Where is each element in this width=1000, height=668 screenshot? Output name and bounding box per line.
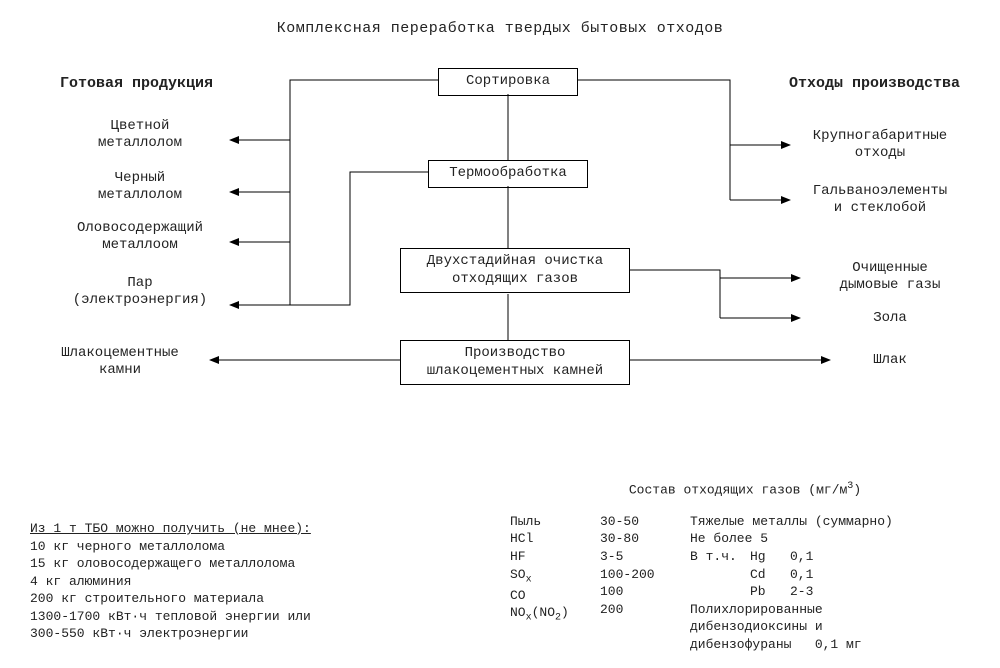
text: 0,1 мг [815,637,862,652]
process-box-cleaning-line2: отходящих газов [452,271,578,287]
process-box-cleaning-line1: Двухстадийная очистка [427,253,603,269]
heavy-metals-col: Тяжелые металлы (суммарно) Не более 5 В … [690,513,980,653]
gas-values-col: 30-50 30-80 3-5 100-200 100 200 [600,513,690,653]
left-item-steam: Пар (электроэнергия) [50,275,230,309]
hm-element: Cd [750,566,790,584]
gas-name: HCl [510,530,600,548]
right-item-ash: Зола [800,310,980,327]
process-box-sort: Сортировка [438,68,578,96]
left-column-header: Готовая продукция [60,75,213,92]
process-box-cleaning: Двухстадийная очистка отходящих газов [400,248,630,293]
yield-header: Из 1 т ТБО можно получить (не мнее): [30,521,311,536]
gas-value: 200 [600,601,690,619]
yield-line: 10 кг черного металлолома [30,539,225,554]
left-item-tin: Оловосодержащий металлоом [50,220,230,254]
gas-name: CO [510,587,600,605]
page: Комплексная переработка твердых бытовых … [0,0,1000,668]
yield-line: 4 кг алюминия [30,574,131,589]
diagram-title: Комплексная переработка твердых бытовых … [0,20,1000,37]
hm-value: 0,1 [790,548,813,566]
left-item-ferrous: Черный металлолом [50,170,230,204]
hm-label: Тяжелые металлы (суммарно) [690,513,980,531]
pcdd-line: дибензофураны 0,1 мг [690,636,980,654]
gas-names-col: Пыль HCl HF SOx CO NOx(NO2) [510,513,600,653]
text: Пар [127,275,152,291]
process-box-thermo: Термообработка [428,160,588,188]
gas-name: HF [510,548,600,566]
gas-value: 3-5 [600,548,690,566]
gas-value: 100-200 [600,566,690,584]
gas-title: Состав отходящих газов (мг/м3) [510,480,980,499]
right-item-slag: Шлак [800,352,980,369]
text: Состав отходящих газов (мг/м [629,482,847,497]
text: металлолом [98,135,182,151]
text: Крупногабаритные [813,128,947,144]
text: Шлакоцементные [61,345,179,361]
gas-name: Пыль [510,513,600,531]
right-item-clean-gas: Очищенные дымовые газы [800,260,980,294]
yield-line: 200 кг строительного материала [30,591,264,606]
yield-line: 300-550 кВт·ч электроэнергии [30,626,248,641]
text: Оловосодержащий [77,220,203,236]
right-item-galv: Гальваноэлементы и стеклобой [790,183,970,217]
gas-block: Состав отходящих газов (мг/м3) Пыль HCl … [510,480,980,653]
hm-limit: Не более 5 [690,530,980,548]
yield-line: 1300-1700 кВт·ч тепловой энергии или [30,609,311,624]
text: Черный [115,170,165,186]
yield-block: Из 1 т ТБО можно получить (не мнее): 10 … [30,520,430,643]
text: (электроэнергия) [73,292,207,308]
text: Гальваноэлементы [813,183,947,199]
text: металлолом [98,187,182,203]
left-item-nonferrous: Цветной металлолом [50,118,230,152]
left-item-stones: Шлакоцементные камни [30,345,210,379]
text: Очищенные [852,260,928,276]
hm-value: 0,1 [790,566,813,584]
gas-name: NOx(NO2) [510,604,600,625]
hm-value: 2-3 [790,583,813,601]
yield-line: 15 кг оловосодержащего металлолома [30,556,295,571]
text: камни [99,362,141,378]
gas-name: SOx [510,566,600,587]
hm-element: Hg [750,548,790,566]
process-box-slag-line1: Производство [465,345,566,361]
gas-value: 100 [600,583,690,601]
text: дибензофураны [690,637,791,652]
pcdd-line: дибензодиоксины и [690,618,980,636]
gas-value: 30-80 [600,530,690,548]
pcdd-line: Полихлорированные [690,601,980,619]
text: дымовые газы [840,277,941,293]
text: и стеклобой [834,200,926,216]
process-box-slag-line2: шлакоцементных камней [427,363,603,379]
text: ) [853,482,861,497]
right-item-bulky: Крупногабаритные отходы [790,128,970,162]
right-column-header: Отходы производства [789,75,960,92]
gas-value: 30-50 [600,513,690,531]
hm-element: Pb [750,583,790,601]
text: металлоом [102,237,178,253]
process-box-slag: Производство шлакоцементных камней [400,340,630,385]
hm-in-that: В т.ч. [690,548,750,566]
text: Цветной [111,118,170,134]
text: отходы [855,145,905,161]
